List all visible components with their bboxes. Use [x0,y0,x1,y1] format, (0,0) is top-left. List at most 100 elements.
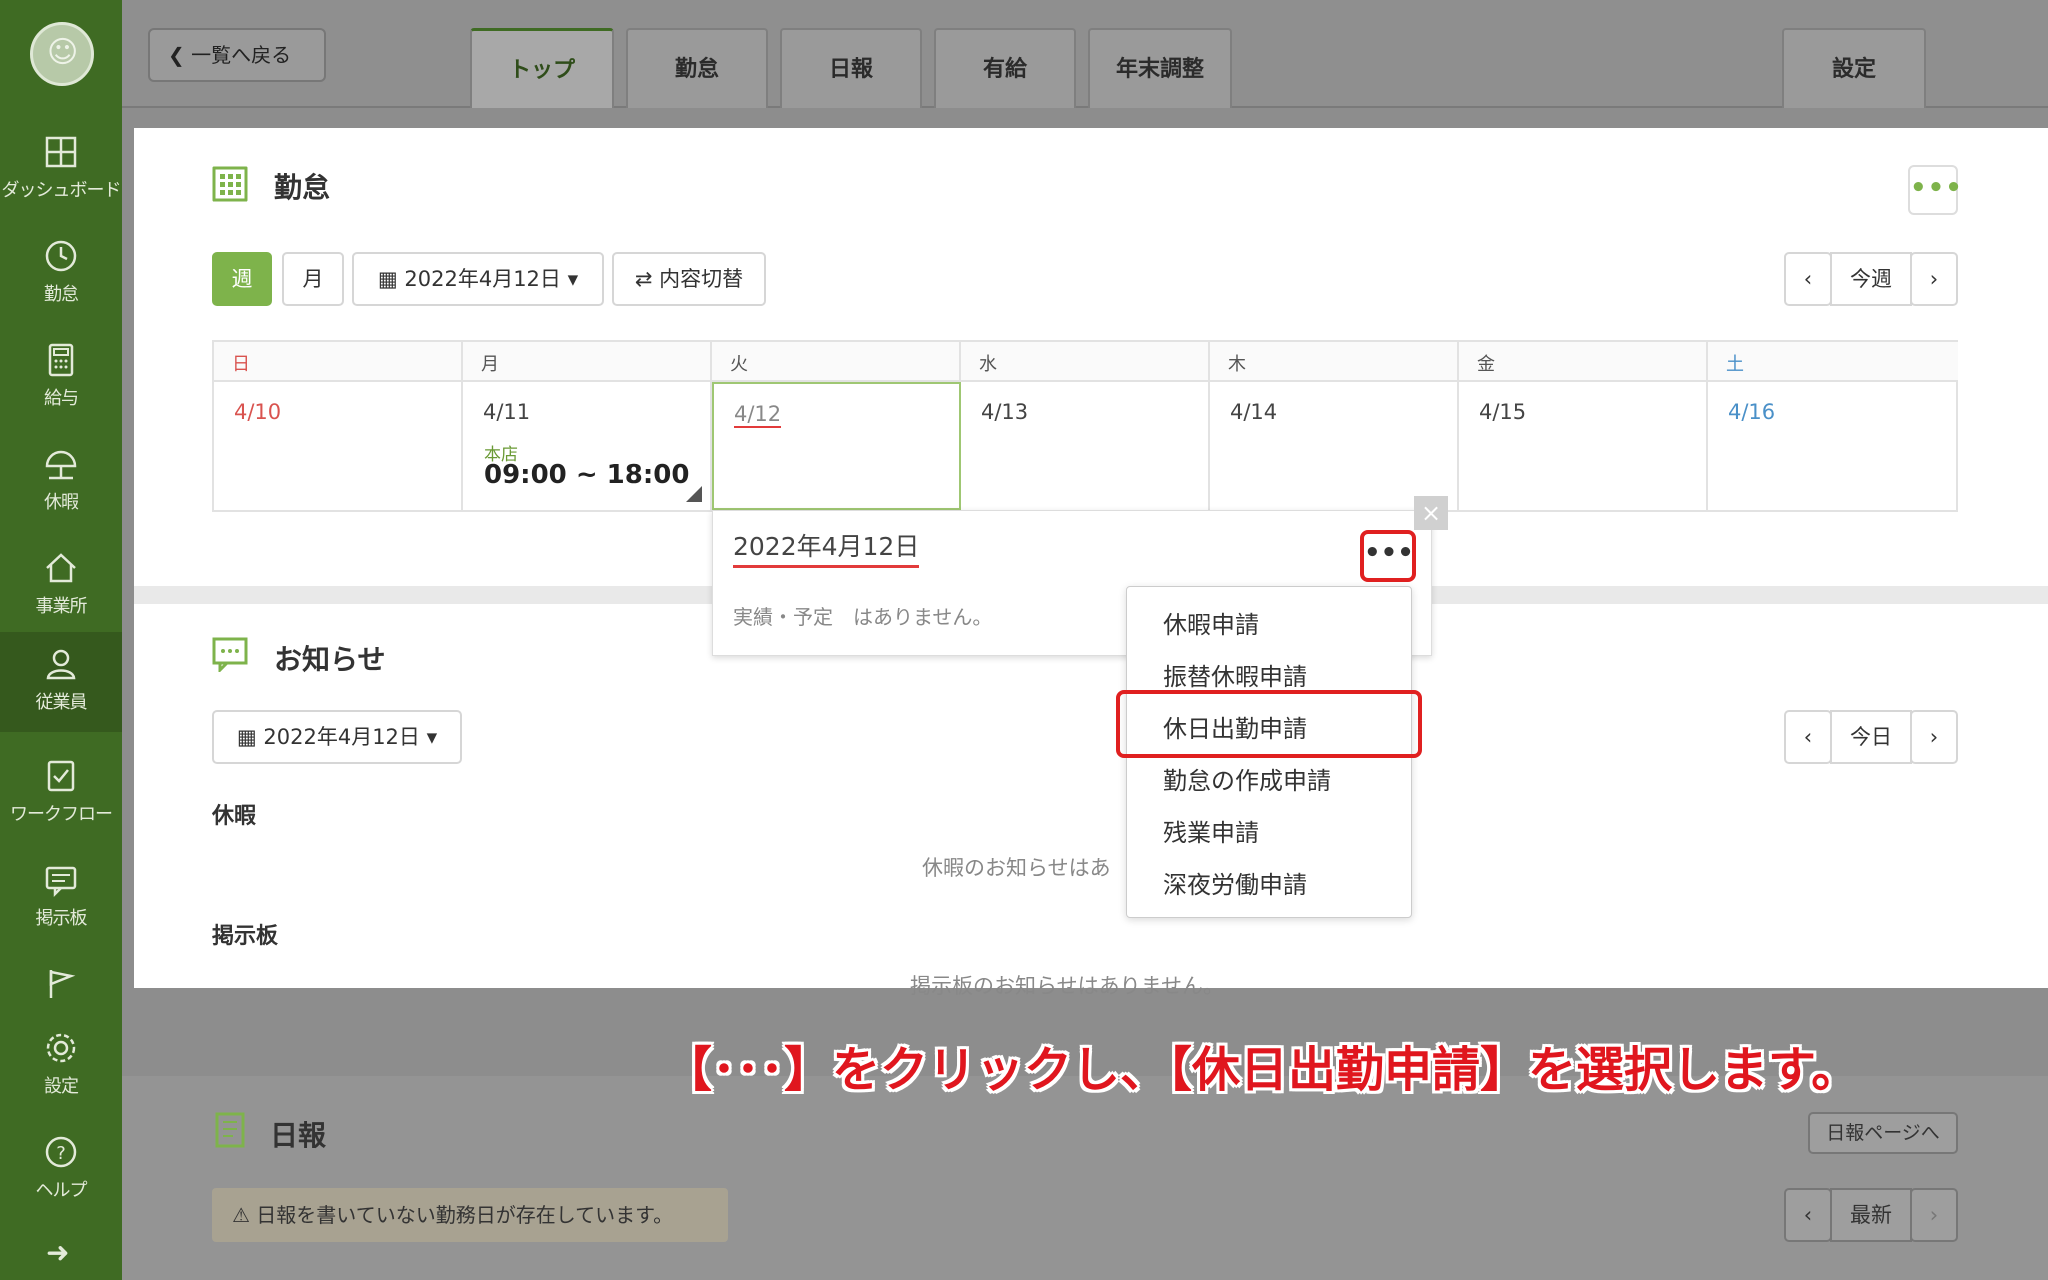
attendance-title: 勤怠 [274,171,331,204]
popup-empty-note: 実績・予定 はありません。 [733,605,993,629]
prev-week-button[interactable]: ‹ [1784,252,1832,306]
day-header-sat: 土 [1708,342,1958,382]
calendar-icon: ▦ [377,267,405,291]
chevron-left-icon: ❮ [168,43,192,67]
calendar-icon: ▦ [236,725,264,749]
attendance-more-button[interactable]: ••• [1908,165,1962,215]
vacation-empty-note: 休暇のお知らせはあ [922,856,1111,880]
next-week-button[interactable]: › [1910,252,1958,306]
next-day-button[interactable]: › [1910,710,1958,764]
chevron-left-icon: ‹ [1803,267,1813,291]
user-icon [46,649,76,680]
sidebar-item-label: 設定 [44,1076,79,1097]
sidebar: ☺ ダッシュボード 勤怠 給与 休暇 事業所 従業員 ワークフロー 掲示板 設定… [0,0,122,1280]
logo-avatar[interactable]: ☺ [30,22,94,86]
dashboard-icon [45,136,77,168]
day-header-wed: 水 [961,342,1210,382]
popup-date: 2022年4月12日 [733,527,920,568]
week-calendar: 日 月 火 水 木 金 土 4/10 4/11 4/12 4/13 4/14 4… [212,340,1958,512]
sidebar-item-settings[interactable]: 設定 [0,1016,122,1116]
tab-daily-report[interactable]: 日報 [780,28,922,108]
menu-item-vacation-request[interactable]: 休暇申請 [1163,605,1259,640]
caret-down-icon: ▾ [560,267,579,291]
menu-item-overtime-request[interactable]: 残業申請 [1163,813,1259,848]
umbrella-icon [45,450,77,480]
sidebar-item-vacation[interactable]: 休暇 [0,432,122,532]
sidebar-item-label: 休暇 [44,492,79,513]
sidebar-item-label: 掲示板 [35,908,88,929]
sidebar-item-flag[interactable] [0,952,122,1012]
tab-attendance[interactable]: 勤怠 [626,28,768,108]
sidebar-item-help[interactable]: ? ヘルプ [0,1120,122,1220]
view-week-button[interactable]: 週 [212,252,272,306]
menu-item-late-night-request[interactable]: 深夜労働申請 [1163,865,1307,900]
warning-icon: ⚠ [232,1203,257,1227]
day-header-fri: 金 [1459,342,1708,382]
tab-paid-leave[interactable]: 有給 [934,28,1076,108]
chevron-right-icon: › [1929,1203,1939,1227]
day-cell-4-14[interactable]: 4/14 [1210,382,1459,510]
chat-icon [45,866,77,898]
menu-item-substitute-holiday-request[interactable]: 振替休暇申請 [1163,657,1307,692]
day-header-mon: 月 [463,342,712,382]
today-button[interactable]: 今日 [1830,710,1912,764]
board-label: 掲示板 [212,924,279,949]
menu-item-attendance-create-request[interactable]: 勤怠の作成申請 [1163,761,1331,796]
tab-top[interactable]: トップ [470,28,614,108]
calculator-icon [48,343,74,377]
sidebar-item-label: 勤怠 [44,284,79,305]
day-cell-4-16[interactable]: 4/16 [1708,382,1958,510]
this-week-button[interactable]: 今週 [1830,252,1912,306]
sidebar-item-label: 給与 [44,388,79,409]
tab-year-end[interactable]: 年末調整 [1088,28,1232,108]
checklist-icon [47,760,75,792]
notice-chat-icon [212,637,248,672]
top-bar [122,0,2048,108]
sidebar-item-label: ワークフロー [10,804,113,825]
sidebar-item-office[interactable]: 事業所 [0,536,122,636]
board-empty-note: 掲示板のお知らせはありません。 [910,974,1224,998]
gear-icon [46,1033,76,1063]
popup-more-button[interactable]: ••• [1360,530,1416,582]
date-picker-button[interactable]: ▦ 2022年4月12日 ▾ [352,252,604,306]
sidebar-item-label: ヘルプ [35,1180,88,1201]
notice-date-picker[interactable]: ▦ 2022年4月12日 ▾ [212,710,462,764]
expand-arrow-icon[interactable]: ➜ [46,1236,69,1269]
sidebar-item-workflow[interactable]: ワークフロー [0,744,122,844]
day-header-tue: 火 [712,342,961,382]
svg-text:?: ? [56,1143,66,1164]
prev-day-button[interactable]: ‹ [1784,710,1832,764]
calendar-grid-icon [212,166,248,202]
daily-report-alert: ⚠ 日報を書いていない勤務日が存在しています。 [212,1188,728,1242]
sidebar-item-label: ダッシュボード [1,180,122,201]
flag-icon [49,970,76,998]
sidebar-item-employees[interactable]: 従業員 [0,632,122,732]
daily-report-section [122,1076,2048,1280]
chevron-left-icon: ‹ [1803,725,1813,749]
sidebar-item-attendance[interactable]: 勤怠 [0,224,122,324]
daily-report-page-button[interactable]: 日報ページへ [1808,1112,1958,1154]
view-month-button[interactable]: 月 [282,252,344,306]
caret-down-icon: ▾ [419,725,438,749]
sidebar-item-board[interactable]: 掲示板 [0,848,122,948]
vacation-label: 休暇 [212,804,257,829]
day-cell-4-10[interactable]: 4/10 [214,382,463,510]
latest-button[interactable]: 最新 [1830,1188,1912,1242]
tab-settings[interactable]: 設定 [1782,28,1926,108]
shift-time[interactable]: 09:00 ~ 18:00 [484,460,689,490]
sidebar-item-label: 事業所 [35,596,88,617]
back-to-list-button[interactable]: ❮ 一覧へ戻る [148,28,326,82]
day-cell-4-13[interactable]: 4/13 [961,382,1210,510]
toggle-content-button[interactable]: ⇄ 内容切替 [612,252,766,306]
next-report-button[interactable]: › [1910,1188,1958,1242]
sidebar-item-payroll[interactable]: 給与 [0,328,122,428]
day-cell-4-12[interactable]: 4/12 [712,382,961,510]
close-icon[interactable]: × [1414,496,1448,530]
notice-title: お知らせ [274,643,386,676]
chevron-left-icon: ‹ [1803,1203,1813,1227]
prev-report-button[interactable]: ‹ [1784,1188,1832,1242]
resize-corner-icon [686,486,702,502]
day-cell-4-15[interactable]: 4/15 [1459,382,1708,510]
sidebar-item-dashboard[interactable]: ダッシュボード [0,120,122,220]
chevron-right-icon: › [1929,267,1939,291]
